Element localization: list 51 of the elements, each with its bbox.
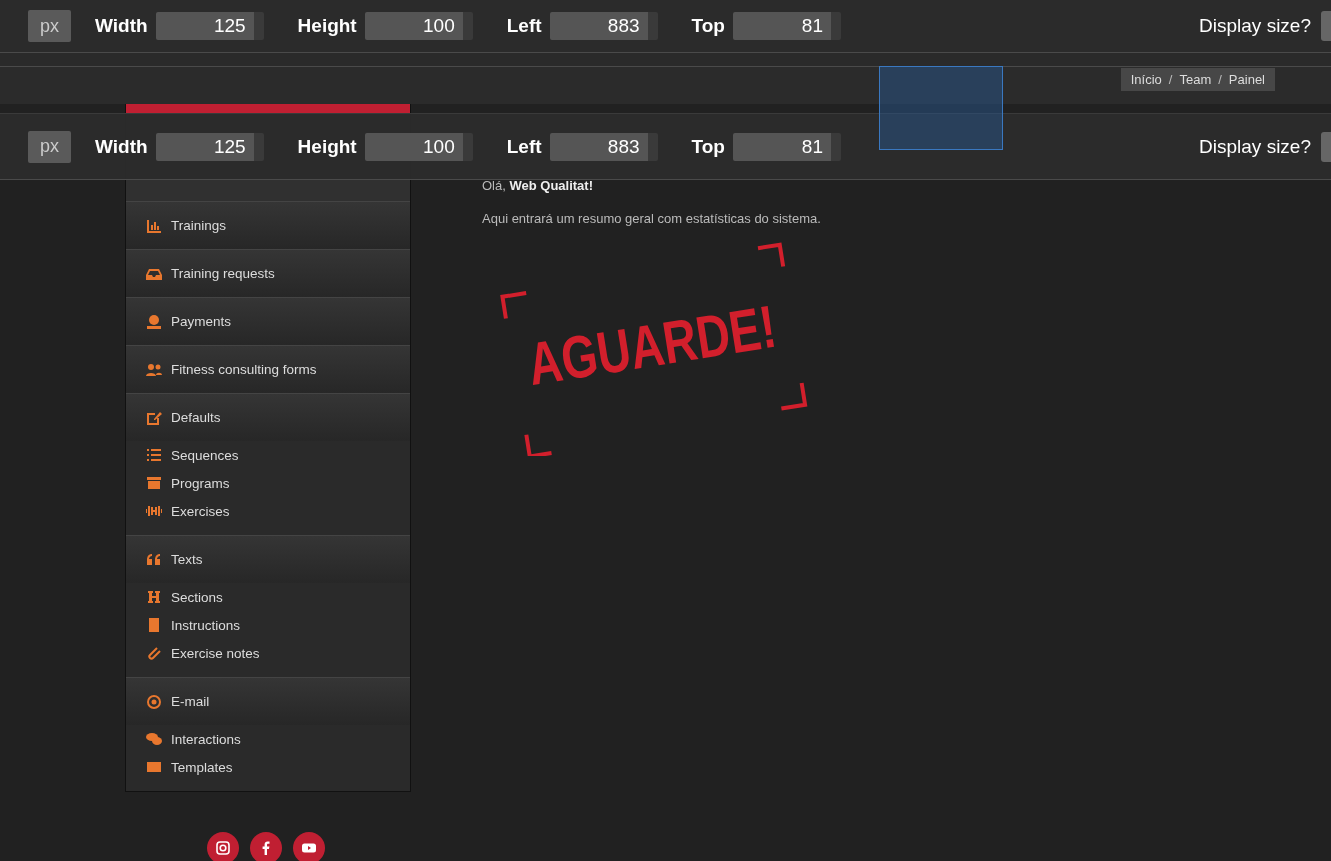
unit-button[interactable]: px — [28, 130, 71, 163]
breadcrumb-link[interactable]: Início — [1130, 72, 1162, 87]
archive-icon — [146, 475, 162, 491]
sidebar-subitem[interactable]: Interactions — [126, 725, 410, 753]
input-field[interactable]: 125 — [155, 132, 264, 161]
field-label: Left — [506, 15, 542, 37]
dumbbell-icon — [146, 503, 162, 519]
heading-icon — [146, 589, 162, 605]
display-size-label: Display size? — [1199, 15, 1311, 37]
breadcrumb-separator: / — [1218, 72, 1222, 87]
input-field[interactable]: 81 — [732, 132, 841, 161]
sidebar-subitem[interactable]: Sections — [126, 583, 410, 611]
sidebar-subitem[interactable]: Sequences — [126, 441, 410, 469]
unit-button[interactable]: px — [28, 10, 71, 42]
input-field[interactable]: 100 — [364, 12, 473, 40]
field-label: Top — [691, 15, 725, 37]
greeting-text: Olá, Web Qualitat! — [482, 178, 594, 193]
input-field[interactable]: 81 — [732, 12, 841, 40]
sidebar-subitem[interactable]: Programs — [126, 469, 410, 497]
display-size-label: Display size? — [1199, 135, 1311, 158]
field-label: Top — [691, 135, 725, 158]
users-icon — [146, 361, 162, 378]
quote-icon — [146, 551, 162, 568]
sidebar-subitem[interactable]: Exercise notes — [126, 639, 410, 667]
display-size-toggle[interactable] — [1321, 131, 1331, 162]
field-label: Width — [95, 135, 148, 158]
input-field[interactable]: 125 — [155, 12, 264, 40]
display-size-toggle[interactable] — [1321, 11, 1331, 41]
breadcrumb-link[interactable]: Painel — [1228, 72, 1265, 87]
edit-icon — [146, 409, 162, 426]
field-label: Height — [297, 135, 357, 158]
field-label: Width — [95, 15, 148, 37]
input-field[interactable]: 883 — [549, 132, 658, 161]
paperclip-icon — [146, 645, 162, 661]
facebook-icon[interactable] — [250, 832, 282, 861]
breadcrumb-separator: / — [1168, 72, 1173, 87]
description-text: Aqui entrará um resumo geral com estatísticas do sistema. — [482, 211, 822, 226]
input-field[interactable]: 100 — [364, 132, 473, 161]
youtube-icon[interactable] — [293, 832, 325, 861]
input-field[interactable]: 883 — [549, 12, 658, 40]
bar-chart-icon — [146, 217, 162, 234]
breadcrumb-link[interactable]: Team — [1179, 72, 1212, 87]
stamp-drawing: AGUARDE! — [482, 236, 822, 456]
field-label: Left — [506, 135, 542, 158]
list-icon — [146, 447, 162, 463]
selection-rectangle[interactable] — [879, 66, 1003, 150]
sidebar-subitem[interactable]: Exercises — [126, 497, 410, 525]
sidebar-subitem[interactable]: Instructions — [126, 611, 410, 639]
sidebar-subitem[interactable]: Templates — [126, 753, 410, 781]
instagram-icon[interactable] — [207, 832, 239, 861]
field-label: Height — [297, 15, 357, 37]
